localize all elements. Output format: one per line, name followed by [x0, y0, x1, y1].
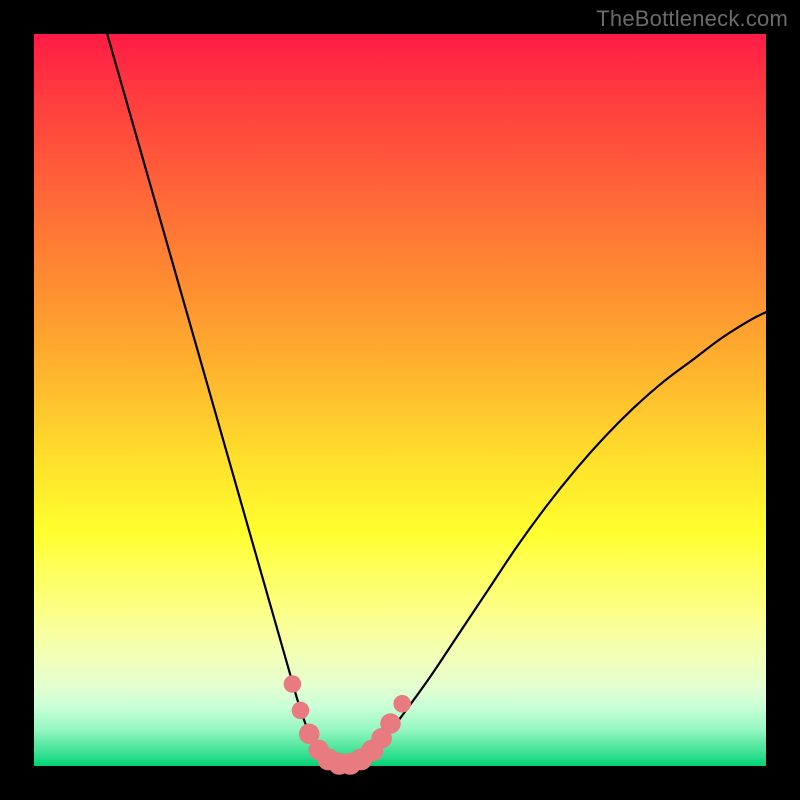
- marker-dot: [284, 675, 302, 693]
- watermark-text: TheBottleneck.com: [596, 6, 788, 32]
- marker-dot: [393, 695, 411, 713]
- chart-svg: [34, 34, 766, 766]
- bottleneck-curve: [107, 34, 766, 765]
- marker-dot: [292, 702, 310, 720]
- chart-outer-frame: TheBottleneck.com: [0, 0, 800, 800]
- marker-dot: [380, 713, 401, 734]
- chart-plot-area: [34, 34, 766, 766]
- highlight-markers: [284, 675, 411, 775]
